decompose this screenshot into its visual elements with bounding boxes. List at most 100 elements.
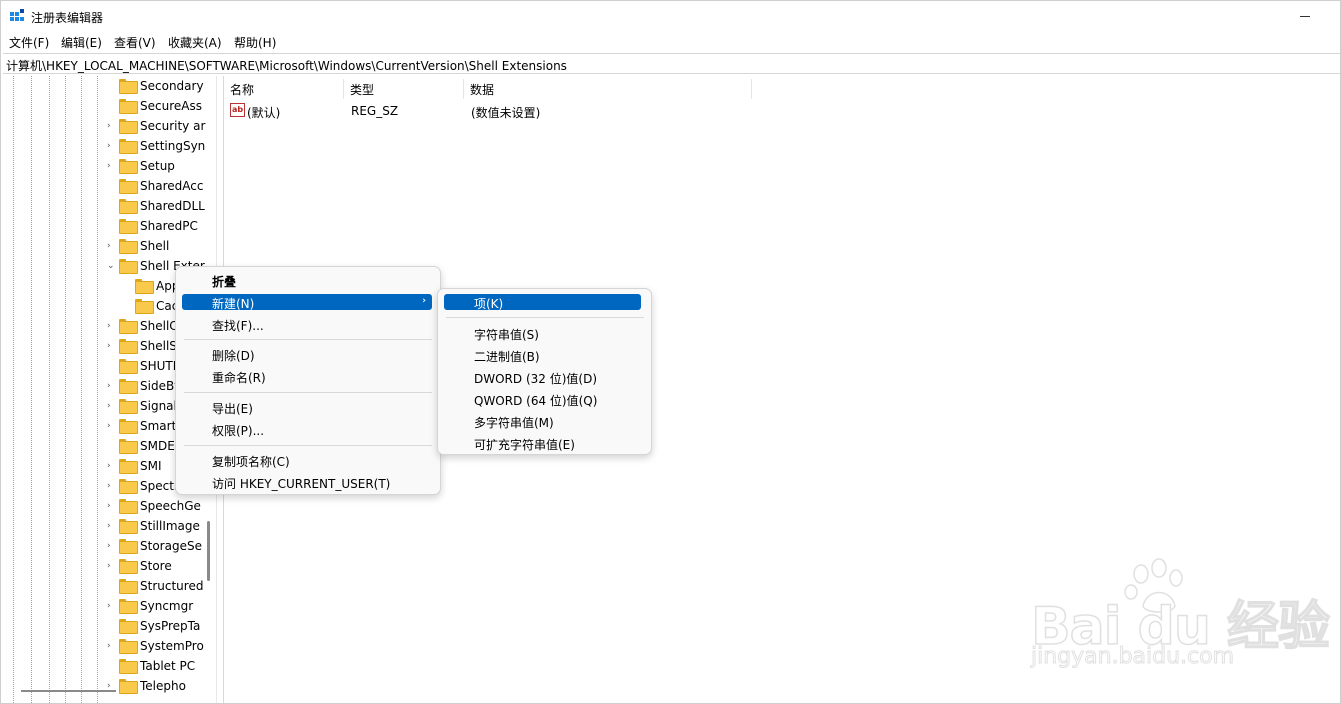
menu-item-permissions[interactable]: 权限(P)... bbox=[182, 421, 434, 438]
tree-item[interactable]: SysPrepTa bbox=[107, 616, 216, 636]
submenu-item-dword-value[interactable]: DWORD (32 位)值(D) bbox=[444, 369, 643, 386]
tree-item-label: SettingSyn bbox=[140, 139, 206, 153]
folder-icon bbox=[119, 559, 138, 574]
chevron-right-icon[interactable]: › bbox=[107, 520, 117, 532]
chevron-down-icon[interactable]: ⌄ bbox=[107, 260, 117, 272]
chevron-right-icon[interactable] bbox=[107, 220, 117, 232]
chevron-right-icon[interactable] bbox=[107, 360, 117, 372]
context-menu: 折叠 新建(N) › 查找(F)... 删除(D) 重命名(R) 导出(E) 权限… bbox=[175, 266, 441, 495]
tree-item[interactable]: SecureAss bbox=[107, 96, 216, 116]
tree-item[interactable]: › Syncmgr bbox=[107, 596, 216, 616]
chevron-right-icon[interactable] bbox=[107, 200, 117, 212]
folder-icon bbox=[119, 139, 138, 154]
chevron-right-icon[interactable] bbox=[107, 620, 117, 632]
submenu-item-binary-value[interactable]: 二进制值(B) bbox=[444, 347, 643, 364]
chevron-right-icon[interactable] bbox=[107, 580, 117, 592]
folder-icon bbox=[119, 599, 138, 614]
chevron-right-icon[interactable] bbox=[123, 280, 133, 292]
tree-item-label: ShellC bbox=[140, 319, 178, 333]
folder-icon bbox=[119, 319, 138, 334]
tree-item[interactable]: SharedPC bbox=[107, 216, 216, 236]
folder-icon bbox=[119, 639, 138, 654]
tree-item[interactable]: › Security ar bbox=[107, 116, 216, 136]
menu-item-find[interactable]: 查找(F)... bbox=[182, 316, 434, 333]
folder-icon bbox=[119, 339, 138, 354]
menu-item-copy-key-name[interactable]: 复制项名称(C) bbox=[182, 452, 434, 469]
menu-help[interactable]: 帮助(H) bbox=[234, 34, 276, 51]
tree-item[interactable]: › StorageSe bbox=[107, 536, 216, 556]
menu-item-rename[interactable]: 重命名(R) bbox=[182, 368, 434, 385]
menu-item-export[interactable]: 导出(E) bbox=[182, 399, 434, 416]
menu-edit[interactable]: 编辑(E) bbox=[61, 34, 102, 51]
tree-item[interactable]: › Shell bbox=[107, 236, 216, 256]
menu-item-delete[interactable]: 删除(D) bbox=[182, 346, 434, 363]
value-row[interactable]: ab (默认) REG_SZ (数值未设置) bbox=[224, 101, 824, 121]
folder-icon bbox=[119, 679, 138, 694]
chevron-right-icon[interactable]: › bbox=[107, 240, 117, 252]
folder-icon bbox=[119, 99, 138, 114]
chevron-right-icon[interactable]: › bbox=[107, 400, 117, 412]
tree-item[interactable]: › Setup bbox=[107, 156, 216, 176]
column-header-name[interactable]: 名称 bbox=[224, 79, 344, 99]
column-header-data[interactable]: 数据 bbox=[464, 79, 752, 99]
menu-item-collapse[interactable]: 折叠 bbox=[182, 272, 434, 289]
tree-item[interactable]: › StillImage bbox=[107, 516, 216, 536]
menu-item-new[interactable]: 新建(N) › bbox=[182, 294, 432, 311]
folder-icon bbox=[119, 479, 138, 494]
chevron-right-icon[interactable] bbox=[107, 180, 117, 192]
submenu-item-qword-value[interactable]: QWORD (64 位)值(Q) bbox=[444, 391, 643, 408]
tree-vertical-scrollbar[interactable] bbox=[207, 521, 210, 581]
tree-guide-line bbox=[65, 76, 66, 703]
chevron-right-icon[interactable]: › bbox=[107, 500, 117, 512]
tree-item[interactable]: SharedDLL bbox=[107, 196, 216, 216]
submenu-item-key[interactable]: 项(K) bbox=[444, 294, 641, 311]
folder-icon bbox=[119, 459, 138, 474]
submenu-item-multi-string-value[interactable]: 多字符串值(M) bbox=[444, 413, 643, 430]
menu-view[interactable]: 查看(V) bbox=[114, 34, 156, 51]
tree-item-label: Store bbox=[140, 559, 172, 573]
tree-item[interactable]: › Store bbox=[107, 556, 216, 576]
chevron-right-icon[interactable] bbox=[107, 440, 117, 452]
tree-item-label: SecureAss bbox=[140, 99, 202, 113]
chevron-right-icon[interactable] bbox=[107, 80, 117, 92]
menu-favorites[interactable]: 收藏夹(A) bbox=[168, 34, 222, 51]
menu-separator bbox=[184, 445, 432, 446]
tree-item-label: Smart bbox=[140, 419, 177, 433]
chevron-right-icon[interactable]: › bbox=[107, 560, 117, 572]
tree-item[interactable]: › Telepho bbox=[107, 676, 216, 696]
chevron-right-icon[interactable]: › bbox=[107, 480, 117, 492]
submenu-item-string-value[interactable]: 字符串值(S) bbox=[444, 325, 643, 342]
address-bar[interactable]: 计算机\HKEY_LOCAL_MACHINE\SOFTWARE\Microsof… bbox=[3, 53, 1340, 74]
chevron-right-icon[interactable] bbox=[107, 660, 117, 672]
chevron-right-icon[interactable]: › bbox=[107, 420, 117, 432]
menu-item-goto-hkcu[interactable]: 访问 HKEY_CURRENT_USER(T) bbox=[182, 474, 434, 491]
chevron-right-icon[interactable]: › bbox=[107, 600, 117, 612]
tree-horizontal-scrollbar[interactable] bbox=[21, 690, 116, 692]
chevron-right-icon[interactable]: › bbox=[107, 540, 117, 552]
submenu-item-expandable-string-value[interactable]: 可扩充字符串值(E) bbox=[444, 435, 643, 452]
column-header-type[interactable]: 类型 bbox=[344, 79, 464, 99]
minimize-button[interactable] bbox=[1294, 5, 1320, 27]
chevron-right-icon[interactable]: › bbox=[107, 380, 117, 392]
tree-item[interactable]: › SpeechGe bbox=[107, 496, 216, 516]
tree-item[interactable]: Tablet PC bbox=[107, 656, 216, 676]
chevron-right-icon[interactable]: › bbox=[107, 460, 117, 472]
tree-item[interactable]: Structured bbox=[107, 576, 216, 596]
tree-item[interactable]: › SystemPro bbox=[107, 636, 216, 656]
chevron-right-icon[interactable]: › bbox=[107, 640, 117, 652]
tree-item-label: ShellS bbox=[140, 339, 177, 353]
menu-file[interactable]: 文件(F) bbox=[9, 34, 49, 51]
tree-item-label: Spectr bbox=[140, 479, 179, 493]
chevron-right-icon[interactable] bbox=[123, 300, 133, 312]
tree-item[interactable]: SharedAcc bbox=[107, 176, 216, 196]
tree-item[interactable]: › SettingSyn bbox=[107, 136, 216, 156]
chevron-right-icon[interactable]: › bbox=[107, 140, 117, 152]
chevron-right-icon[interactable] bbox=[107, 100, 117, 112]
chevron-right-icon[interactable]: › bbox=[107, 340, 117, 352]
chevron-right-icon[interactable]: › bbox=[107, 160, 117, 172]
chevron-right-icon[interactable]: › bbox=[107, 120, 117, 132]
title-bar: 注册表编辑器 bbox=[1, 1, 1340, 31]
folder-icon bbox=[119, 519, 138, 534]
tree-item[interactable]: Secondary bbox=[107, 76, 216, 96]
chevron-right-icon[interactable]: › bbox=[107, 320, 117, 332]
